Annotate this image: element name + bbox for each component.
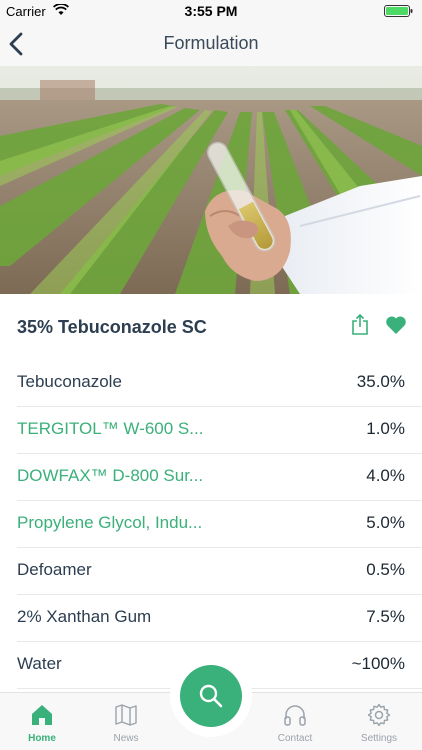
tab-contact-label: Contact xyxy=(277,733,313,744)
hero-image xyxy=(0,66,422,294)
ingredient-row: 2% Xanthan Gum 7.5% xyxy=(17,595,422,642)
tab-news-label: News xyxy=(113,733,139,744)
search-button[interactable] xyxy=(180,665,242,727)
ingredient-link[interactable]: Propylene Glycol, Indu... xyxy=(17,513,202,533)
navigation-bar: Formulation xyxy=(0,22,422,66)
map-icon xyxy=(115,704,137,726)
page-title: Formulation xyxy=(163,33,259,53)
ingredient-name: Defoamer xyxy=(17,560,92,579)
ingredient-name: 2% Xanthan Gum xyxy=(17,607,152,626)
tab-news[interactable]: News xyxy=(86,693,166,750)
tab-settings-label: Settings xyxy=(360,733,398,744)
ingredient-row: Tebuconazole 35.0% xyxy=(17,360,422,407)
ingredient-percent: ~100% xyxy=(351,654,405,673)
ingredient-percent: 1.0% xyxy=(366,419,405,438)
search-icon xyxy=(199,684,223,708)
ingredient-percent: 35.0% xyxy=(356,372,405,391)
ingredient-percent: 5.0% xyxy=(366,513,405,532)
gear-icon xyxy=(367,703,391,727)
ingredient-list: Tebuconazole 35.0% TERGITOL™ W-600 S... … xyxy=(0,360,422,689)
ingredient-row[interactable]: TERGITOL™ W-600 S... 1.0% xyxy=(17,407,422,454)
headphones-icon xyxy=(284,705,306,726)
ingredient-percent: 4.0% xyxy=(366,466,405,485)
ingredient-name: Water xyxy=(17,654,62,673)
ingredient-row: Defoamer 0.5% xyxy=(17,548,422,595)
tab-home-label: Home xyxy=(28,733,56,744)
tab-settings[interactable]: Settings xyxy=(339,693,419,750)
share-icon[interactable] xyxy=(350,314,370,336)
heart-icon[interactable] xyxy=(385,315,407,335)
ingredient-percent: 0.5% xyxy=(366,560,405,579)
ingredient-link[interactable]: TERGITOL™ W-600 S... xyxy=(17,419,203,439)
tab-home[interactable]: Home xyxy=(2,693,82,750)
ingredient-row[interactable]: Propylene Glycol, Indu... 5.0% xyxy=(17,501,422,548)
ingredient-name: Tebuconazole xyxy=(17,372,122,391)
tab-contact[interactable]: Contact xyxy=(255,693,335,750)
ingredient-row[interactable]: DOWFAX™ D-800 Sur... 4.0% xyxy=(17,454,422,501)
home-icon xyxy=(32,705,52,725)
field-test-tube-illustration xyxy=(0,66,422,294)
ingredient-link[interactable]: DOWFAX™ D-800 Sur... xyxy=(17,466,203,486)
status-time: 3:55 PM xyxy=(184,3,238,19)
product-name: 35% Tebuconazole SC xyxy=(17,317,207,337)
status-bar: Carrier 3:55 PM xyxy=(0,0,422,22)
ingredient-percent: 7.5% xyxy=(366,607,405,626)
product-header: 35% Tebuconazole SC xyxy=(0,294,422,360)
battery-icon xyxy=(384,5,413,17)
